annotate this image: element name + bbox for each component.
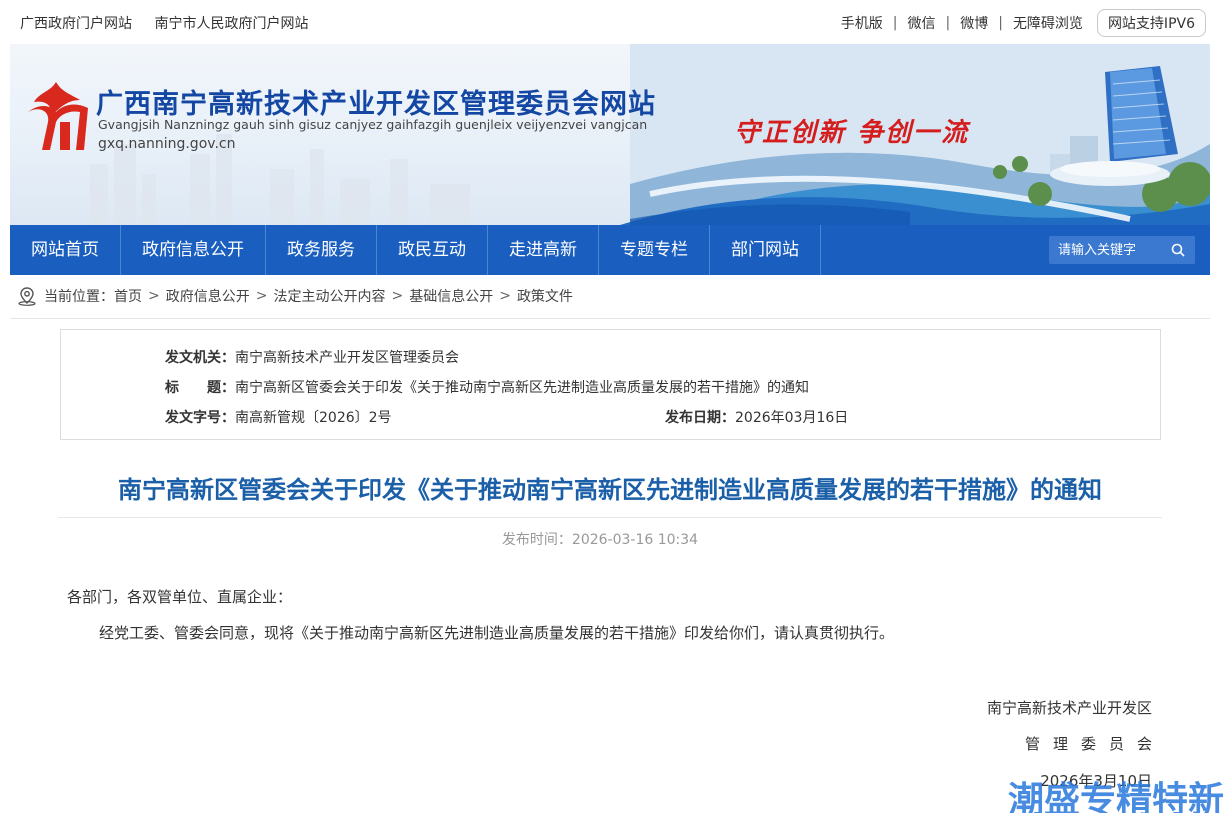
breadcrumb-home[interactable]: 首页	[114, 286, 142, 306]
breadcrumb-prefix: 当前位置：	[44, 289, 114, 305]
nav-item-about[interactable]: 走进高新	[488, 225, 599, 275]
article-salutation: 各部门，各双管单位、直属企业：	[67, 588, 293, 606]
meta-title-value: 南宁高新区管委会关于印发《关于推动南宁高新区先进制造业高质量发展的若干措施》的通…	[235, 380, 809, 396]
divider	[10, 318, 1210, 319]
search-input[interactable]	[1049, 237, 1165, 263]
nav-item-special[interactable]: 专题专栏	[599, 225, 710, 275]
meta-issuer-label: 发文机关：	[165, 350, 235, 366]
nav-item-interaction[interactable]: 政民互动	[377, 225, 488, 275]
site-subtitle: Gvangjsih Nanzningz gauh sinh gisuz canj…	[98, 117, 648, 132]
breadcrumb-separator: >	[391, 288, 404, 304]
meta-date-value: 2026年03月16日	[735, 410, 849, 426]
separator: |	[945, 15, 951, 31]
separator: |	[998, 15, 1003, 31]
signature-org-line2: 管理委员会	[1024, 735, 1165, 753]
separator: |	[892, 15, 898, 31]
nav-item-departments[interactable]: 部门网站	[710, 225, 821, 275]
link-guangxi-gov[interactable]: 广西政府门户网站	[20, 16, 132, 32]
meta-title-row: 标 题：南宁高新区管委会关于印发《关于推动南宁高新区先进制造业高质量发展的若干措…	[165, 377, 809, 397]
breadcrumb-basic-info[interactable]: 基础信息公开	[409, 286, 493, 306]
page: 广西政府门户网站 南宁市人民政府门户网站 手机版 | 微信 | 微博 | 无障碍…	[0, 0, 1224, 813]
publish-time: 发布时间：2026-03-16 10:34	[501, 532, 699, 548]
location-pin-icon	[18, 287, 36, 306]
header-banner: 广西南宁高新技术产业开发区管理委员会网站 Gvangjsih Nanzningz…	[10, 44, 1210, 225]
link-wechat[interactable]: 微信	[908, 13, 936, 33]
banner-background-illustration	[90, 44, 1210, 225]
meta-issuer-value: 南宁高新技术产业开发区管理委员会	[235, 350, 459, 366]
ipv6-badge[interactable]: 网站支持IPV6	[1096, 9, 1206, 37]
breadcrumb-statutory[interactable]: 法定主动公开内容	[273, 286, 385, 306]
divider	[58, 517, 1162, 518]
watermark: 潮盛专精特新	[1007, 780, 1224, 813]
breadcrumb-policy[interactable]: 政策文件	[517, 286, 573, 306]
top-links-left: 广西政府门户网站 南宁市人民政府门户网站	[20, 13, 326, 33]
meta-docno-row: 发文字号：南高新管规〔2026〕2号	[165, 407, 392, 427]
link-accessibility[interactable]: 无障碍浏览	[1013, 13, 1083, 33]
banner-slogan: 守正创新 争创一流	[734, 118, 970, 148]
signature-org-line1: 南宁高新技术产业开发区	[986, 699, 1152, 717]
meta-title-label: 标 题：	[165, 380, 235, 396]
meta-docno-value: 南高新管规〔2026〕2号	[235, 410, 392, 426]
breadcrumb-separator: >	[255, 288, 268, 304]
breadcrumb: 当前位置： 首页 > 政府信息公开 > 法定主动公开内容 > 基础信息公开 > …	[16, 286, 573, 306]
meta-issuer-row: 发文机关：南宁高新技术产业开发区管理委员会	[165, 347, 459, 367]
article-title: 南宁高新区管委会关于印发《关于推动南宁高新区先进制造业高质量发展的若干措施》的通…	[118, 476, 1102, 504]
top-bar: 广西政府门户网站 南宁市人民政府门户网站 手机版 | 微信 | 微博 | 无障碍…	[0, 0, 1224, 44]
link-weibo[interactable]: 微博	[960, 13, 988, 33]
nav-item-gov-info[interactable]: 政府信息公开	[121, 225, 266, 275]
breadcrumb-separator: >	[499, 288, 511, 304]
nav-item-services[interactable]: 政务服务	[266, 225, 377, 275]
link-mobile[interactable]: 手机版	[841, 13, 883, 33]
site-title: 广西南宁高新技术产业开发区管理委员会网站	[96, 89, 656, 120]
link-nanning-gov[interactable]: 南宁市人民政府门户网站	[154, 16, 308, 32]
breadcrumb-separator: >	[148, 288, 160, 304]
search-box	[1049, 236, 1195, 264]
site-url: gxq.nanning.gov.cn	[98, 136, 236, 152]
site-logo-icon	[28, 82, 88, 150]
article-paragraph: 经党工委、管委会同意，现将《关于推动南宁高新区先进制造业高质量发展的若干措施》印…	[99, 624, 895, 642]
meta-date-label: 发布日期：	[665, 410, 735, 426]
main-nav: 网站首页 政府信息公开 政务服务 政民互动 走进高新 专题专栏 部门网站	[10, 225, 1210, 275]
nav-item-home[interactable]: 网站首页	[10, 225, 121, 275]
meta-docno-label: 发文字号：	[165, 410, 235, 426]
breadcrumb-gov-info[interactable]: 政府信息公开	[166, 286, 250, 306]
meta-date-row: 发布日期：2026年03月16日	[665, 407, 848, 427]
top-links-right: 手机版 | 微信 | 微博 | 无障碍浏览 网站支持IPV6	[841, 9, 1206, 37]
search-icon[interactable]	[1165, 237, 1191, 263]
document-meta-box: 发文机关：南宁高新技术产业开发区管理委员会 标 题：南宁高新区管委会关于印发《关…	[60, 329, 1161, 440]
